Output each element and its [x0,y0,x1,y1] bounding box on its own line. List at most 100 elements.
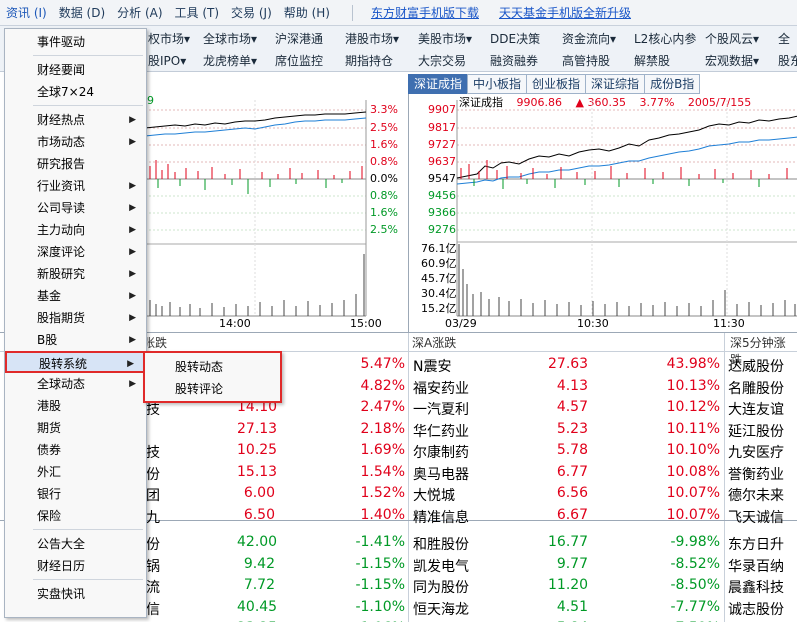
tab-shenzhen-composite[interactable]: 深证综指 [585,74,645,94]
menu-item[interactable]: B股 ▶ [5,329,146,351]
left-stock-price: 7.72 [243,577,275,593]
menu-info[interactable]: 资讯 (I) [0,2,53,24]
stock-change: 10.11% [666,420,720,437]
tab-shenzhen-component[interactable]: 深证成指 [408,74,468,94]
volume-axis-label: 15.2亿 [421,302,457,315]
toolbar-item[interactable]: 席位监控 [275,52,323,69]
tab-sme-board[interactable]: 中小板指 [467,74,527,94]
shenzhen-component-chart: 深证成指 9906.86 ▲ 360.35 3.77% 2005/7/155 9… [408,94,797,332]
axis-label: 9907 [428,103,456,116]
mobile-app-download-link[interactable]: 东方财富手机版下载 [361,4,489,21]
five-min-stock-name: 名雕股份 [728,380,784,397]
left-stock-price: 10.25 [237,442,278,458]
menu-item[interactable]: 债券 [5,439,146,461]
menu-item[interactable]: 新股研究 ▶ [5,263,146,285]
axis-label: 1.6% [370,206,398,219]
toolbar-item[interactable]: 股IPO▾ [148,52,186,69]
menu-item[interactable]: 公司导读 ▶ [5,197,146,219]
menu-item[interactable]: 基金 ▶ [5,285,146,307]
toolbar-item[interactable]: 权市场▾ [148,30,190,47]
axis-label: 9456 [428,189,456,202]
toolbar-item[interactable]: 资金流向▾ [562,30,616,47]
menu-item-label: 外汇 [37,465,62,479]
menu-item-label: 股转系统 [39,357,88,371]
stock-change: 10.10% [666,442,720,458]
submenu-item-transfer-comment[interactable]: 股转评论 [145,378,280,400]
stock-transfer-submenu: 股转动态 股转评论 [143,351,282,403]
submenu-arrow-icon: ▶ [129,181,136,191]
toolbar-item[interactable]: DDE决策 [490,30,540,47]
menu-item[interactable]: 行业资讯 ▶ [5,175,146,197]
menu-separator [33,105,143,106]
menu-item[interactable]: 研究报告 [5,153,146,175]
menu-item[interactable]: 港股 [5,395,146,417]
submenu-item-transfer-news[interactable]: 股转动态 [145,356,280,378]
menu-item[interactable]: 全球7×24 [5,81,146,103]
toolbar-item[interactable]: 高管持股 [562,52,610,69]
menu-item-label: 银行 [37,487,62,501]
menu-item[interactable]: 财经要闻 [5,59,146,81]
menu-item[interactable]: 银行 [5,483,146,505]
menu-item[interactable]: 期货 [5,417,146,439]
left-stock-price: 6.50 [243,506,275,523]
menu-item[interactable]: 事件驱动 [5,31,146,53]
toolbar-item[interactable]: 期指持仓 [345,52,393,69]
toolbar-item[interactable]: 个股风云▾ [705,30,759,47]
stock-change: -9.98% [670,534,720,550]
toolbar-item[interactable]: 大宗交易 [418,52,466,69]
menu-item[interactable]: 深度评论 ▶ [5,241,146,263]
five-min-stock-name: 东方日升 [728,537,784,553]
axis-label: 9637 [428,155,456,168]
left-stock-price: 15.13 [237,463,278,480]
fund-app-link[interactable]: 天天基金手机版全新升级 [489,4,641,21]
menu-item[interactable]: 外汇 [5,461,146,483]
menu-help[interactable]: 帮助 (H) [278,2,336,24]
menu-item[interactable]: 实盘快讯 [5,583,146,605]
toolbar-item[interactable]: L2核心内参 [634,30,696,47]
toolbar-item[interactable]: 解禁股 [634,52,670,69]
menu-item[interactable]: 全球动态 ▶ [5,373,146,395]
menu-item[interactable]: 财经热点 ▶ [5,109,146,131]
menu-item-label: 行业资讯 [37,179,86,193]
stock-name: 大悦城 [413,488,455,504]
stock-price: 9.77 [556,555,588,572]
menu-trade[interactable]: 交易 (J) [225,2,278,24]
toolbar-item[interactable]: 沪深港通 [275,30,323,47]
five-min-stock-name: 飞天诚信 [728,509,784,526]
left-stock-change: -1.10% [355,598,405,615]
menu-item[interactable]: 公告大全 [5,533,146,555]
menu-item[interactable]: 股指期货 ▶ [5,307,146,329]
time-label: 15:00 [350,317,382,330]
menu-item-label: 主力动向 [37,223,86,237]
left-stock-name: 信 [146,601,160,618]
axis-label: 0.8% [370,155,398,168]
stock-change: 10.08% [666,463,720,480]
menu-analysis[interactable]: 分析 (A) [111,2,168,24]
submenu-arrow-icon: ▶ [129,335,136,345]
toolbar-item[interactable]: 美股市场▾ [418,30,472,47]
toolbar-item[interactable]: 全球市场▾ [203,30,257,47]
tab-chinext[interactable]: 创业板指 [526,74,586,94]
left-stock-name: 流 [146,580,160,596]
tab-component-b[interactable]: 成份B指 [644,74,701,94]
stock-price: 4.51 [556,598,588,615]
volume-axis-label: 76.1亿 [421,242,457,255]
menu-item[interactable]: 保险 [5,505,146,527]
left-stock-name: 份 [146,466,160,483]
menu-item[interactable]: 财经日历 [5,555,146,577]
toolbar-item[interactable]: 全 [778,30,790,47]
five-min-stock-name: 达威股份 [728,359,784,375]
axis-label: 9727 [428,138,456,151]
menu-data[interactable]: 数据 (D) [53,2,111,24]
menu-tools[interactable]: 工具 (T) [169,2,226,24]
toolbar-item[interactable]: 宏观数据▾ [705,52,759,69]
axis-label: 1.6% [370,138,398,151]
menu-item[interactable]: 主力动向 ▶ [5,219,146,241]
toolbar-item[interactable]: 龙虎榜单▾ [203,52,257,69]
toolbar-item[interactable]: 融资融券 [490,52,538,69]
menu-item-label: 财经热点 [37,113,86,127]
menu-item[interactable]: 市场动态 ▶ [5,131,146,153]
toolbar-item[interactable]: 港股市场▾ [345,30,399,47]
toolbar-item[interactable]: 股东 [778,52,797,69]
menu-item[interactable]: 股转系统 ▶ [5,351,146,373]
